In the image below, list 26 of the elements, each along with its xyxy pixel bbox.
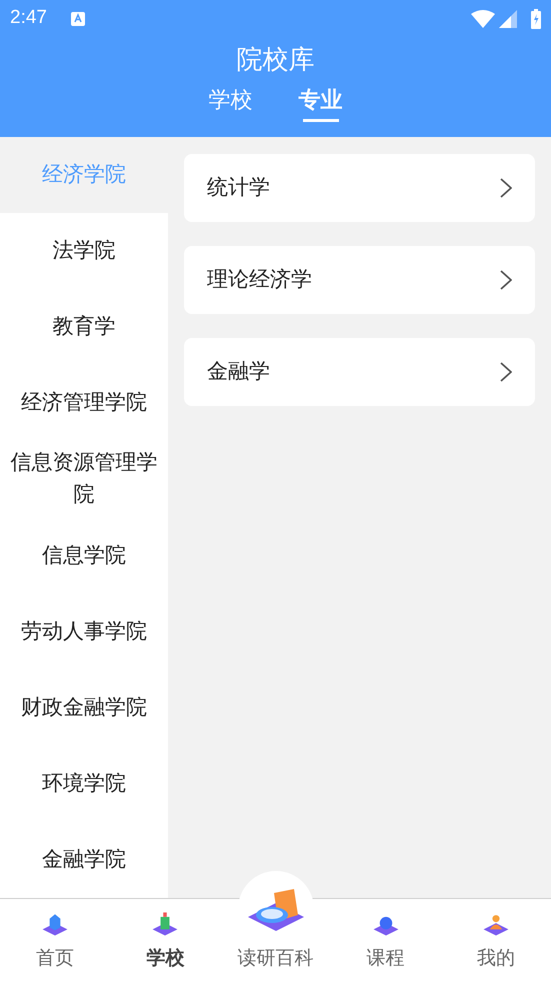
nav-item[interactable]: 读研百科 bbox=[238, 944, 314, 973]
sidebar-item[interactable]: 环境学院 bbox=[0, 746, 168, 822]
major-card[interactable]: 理论经济学 bbox=[184, 246, 535, 314]
sidebar-item[interactable]: 法学院 bbox=[0, 213, 168, 290]
nav-item[interactable]: 首页 bbox=[0, 899, 110, 981]
chevron-right-icon bbox=[500, 362, 512, 382]
sidebar-item[interactable]: 财政金融学院 bbox=[0, 670, 168, 746]
sidebar-item[interactable]: 教育学 bbox=[0, 289, 168, 366]
page-title: 院校库 bbox=[236, 43, 314, 76]
sidebar-item[interactable]: 信息学院 bbox=[0, 517, 168, 594]
sidebar-item[interactable]: 经济管理学院 bbox=[0, 365, 168, 442]
major-card[interactable]: 统计学 bbox=[184, 154, 535, 222]
chevron-right-icon bbox=[500, 178, 512, 198]
nav-item[interactable]: 课程 bbox=[330, 899, 441, 981]
battery-icon bbox=[531, 8, 541, 28]
sidebar-item[interactable]: 信息资源管理学院 bbox=[0, 441, 168, 518]
status-time: 2:47 bbox=[10, 6, 47, 30]
chevron-right-icon bbox=[500, 270, 512, 290]
nav-item[interactable]: 学校 bbox=[110, 899, 220, 981]
keyboard-icon bbox=[70, 12, 85, 26]
wifi-icon bbox=[471, 10, 495, 28]
sidebar-item[interactable]: 劳动人事学院 bbox=[0, 594, 168, 670]
sidebar-item[interactable]: 金融学院 bbox=[0, 822, 168, 898]
signal-icon bbox=[499, 10, 517, 28]
major-card[interactable]: 金融学 bbox=[184, 338, 535, 406]
nav-item[interactable]: 我的 bbox=[440, 899, 551, 981]
